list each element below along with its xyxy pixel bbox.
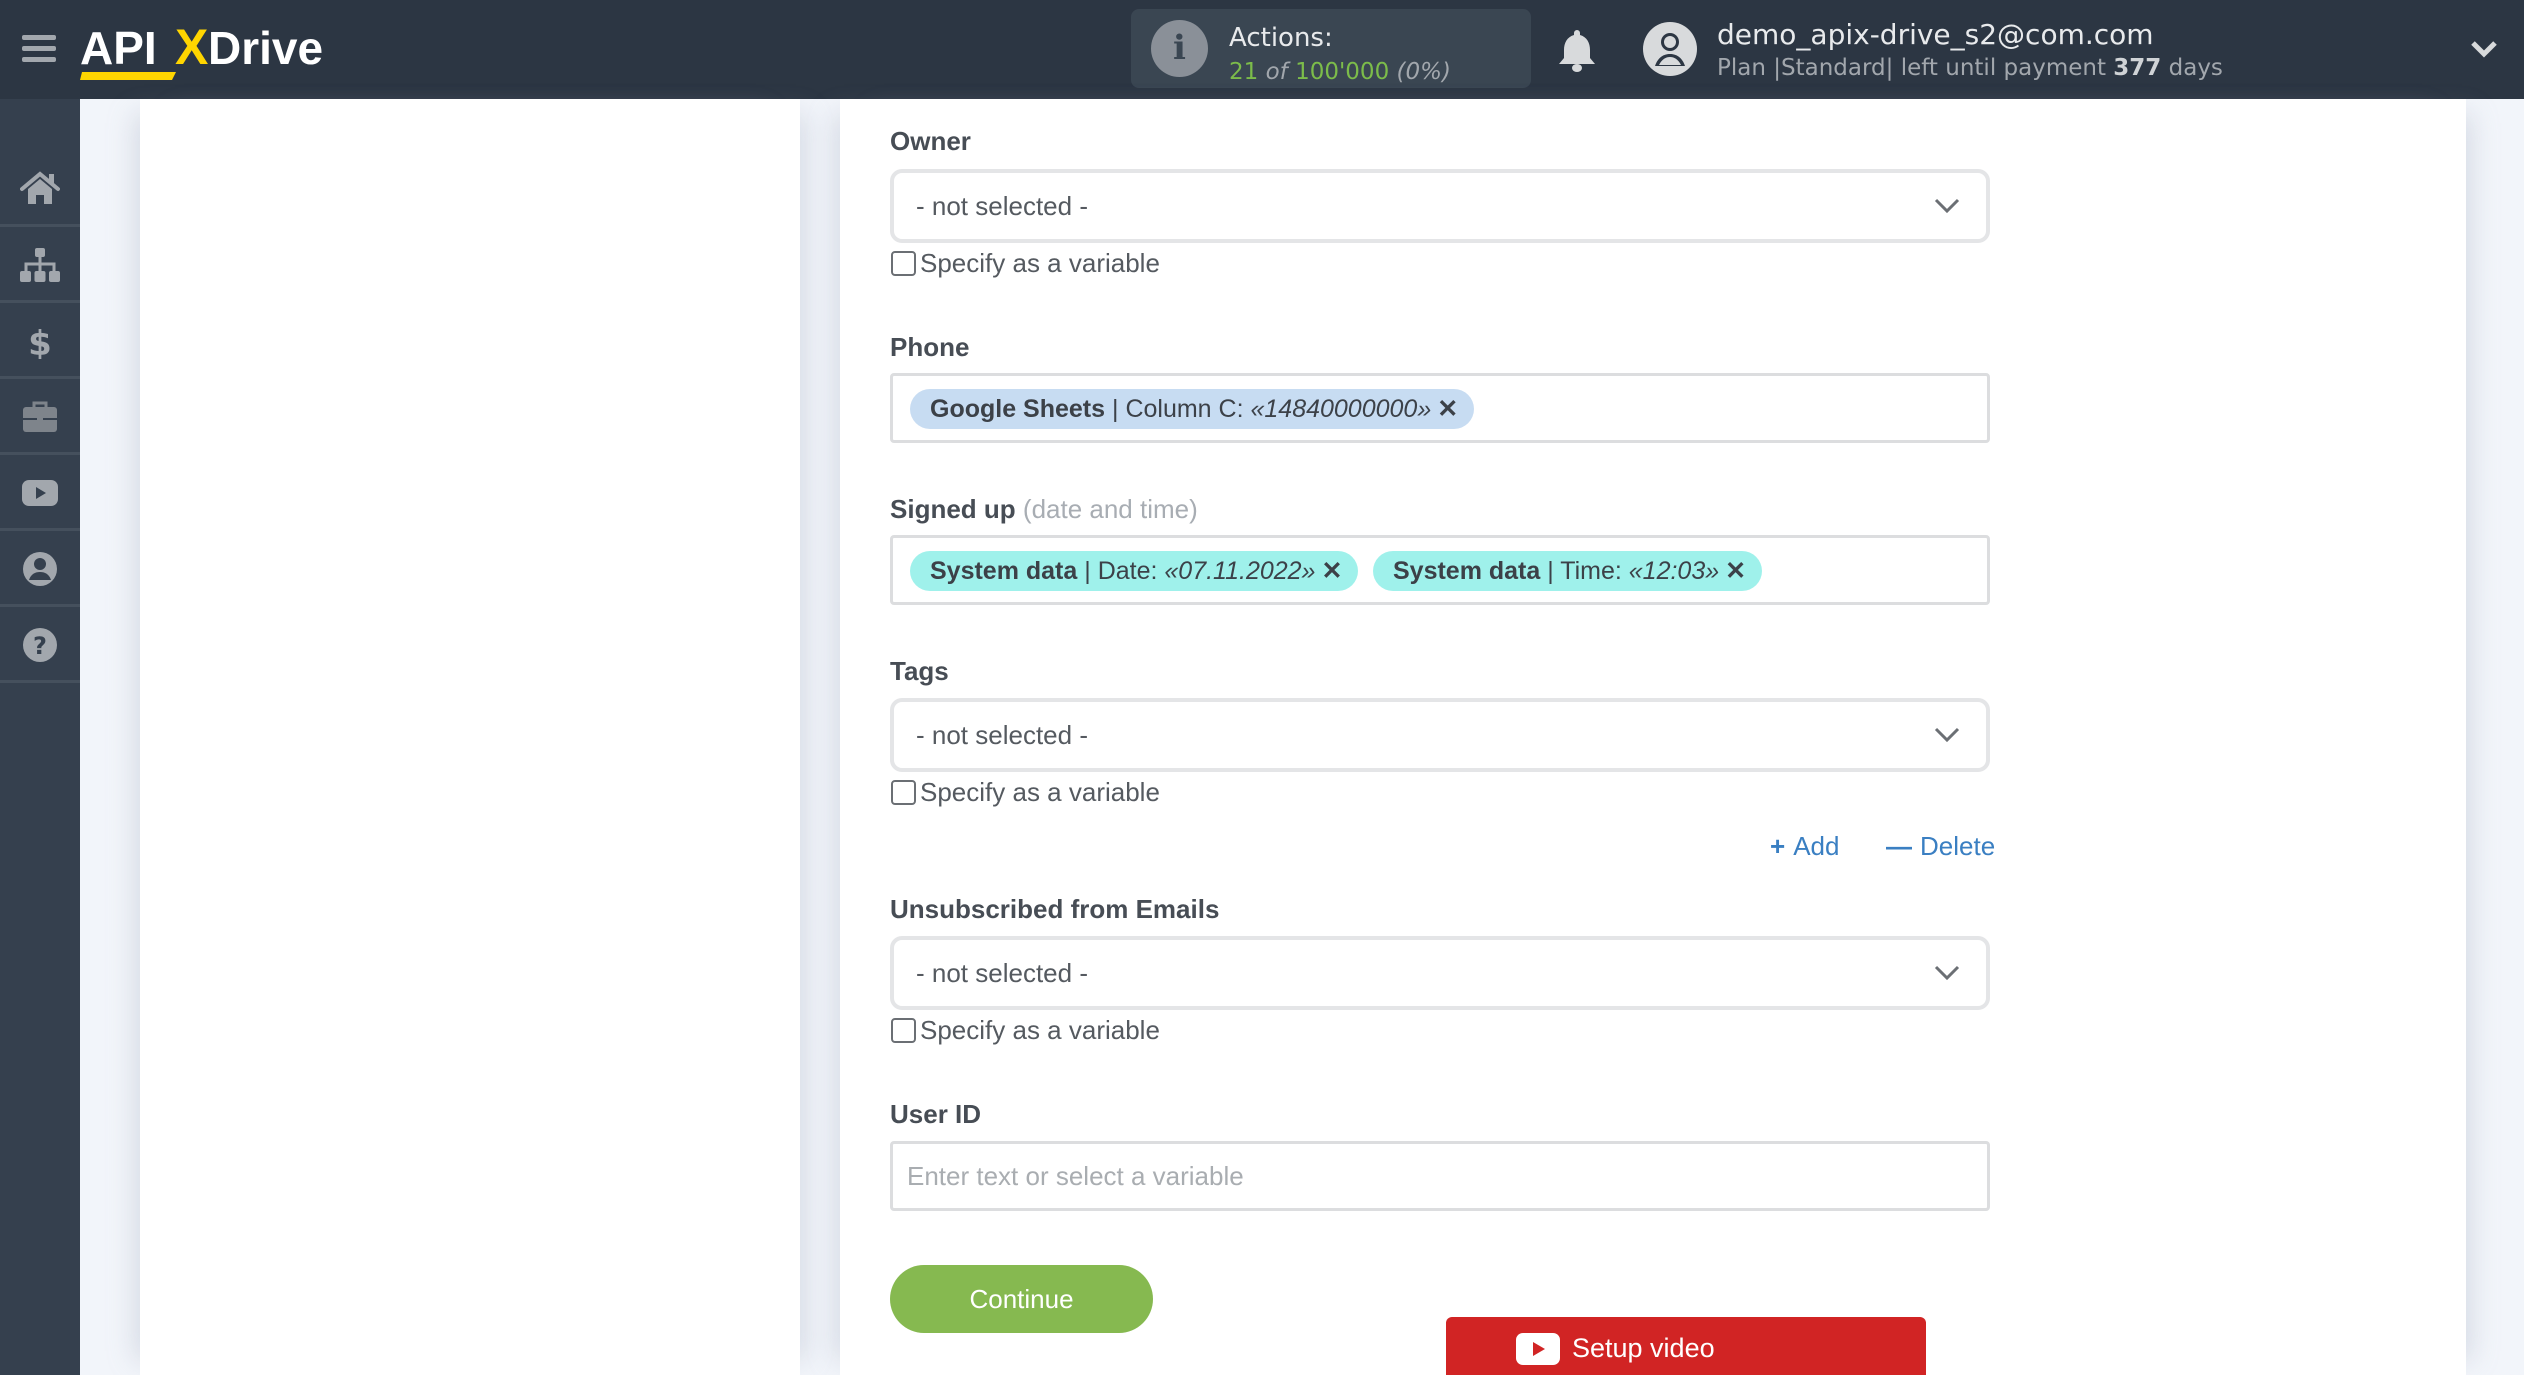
chip-value: «14840000000» xyxy=(1250,395,1432,423)
actions-count: 21 of 100'000 (0%) xyxy=(1229,59,1451,85)
dollar-icon: $ xyxy=(28,324,52,359)
unsubscribed-label: Unsubscribed from Emails xyxy=(890,894,1220,924)
user-id-label: User ID xyxy=(890,1099,982,1129)
briefcase-icon xyxy=(23,401,57,432)
top-header: API X Drive i Actions: 21 of 100'000 (0%… xyxy=(0,0,2524,99)
signed-up-field[interactable]: System data | Date: «07.11.2022» ✕ System… xyxy=(890,535,1990,605)
user-circle-icon xyxy=(23,552,57,586)
left-panel xyxy=(140,99,800,1375)
sidebar-top-spacer xyxy=(0,99,80,151)
chip-field: | Date: xyxy=(1084,557,1165,585)
chip-field: | Time: xyxy=(1547,557,1629,585)
chip-source: System data xyxy=(1393,557,1541,585)
variable-chip[interactable]: System data | Time: «12:03» ✕ xyxy=(1373,551,1763,591)
svg-text:?: ? xyxy=(33,632,47,660)
menu-burger-icon[interactable] xyxy=(22,35,56,65)
tags-select-value: - not selected - xyxy=(916,720,1088,750)
chip-source: System data xyxy=(930,557,1078,585)
sidebar-item-help[interactable]: ? xyxy=(0,607,80,683)
actions-used: 21 xyxy=(1229,59,1259,85)
actions-label: Actions: xyxy=(1229,23,1333,53)
chevron-down-icon xyxy=(1934,727,1960,743)
chip-field: | Column C: xyxy=(1112,395,1251,423)
logo-underline xyxy=(80,72,176,80)
actions-counter[interactable]: i Actions: 21 of 100'000 (0%) xyxy=(1131,9,1531,88)
sidebar: $ ? xyxy=(0,99,80,1375)
sidebar-item-billing[interactable]: $ xyxy=(0,303,80,379)
plus-icon: + xyxy=(1770,831,1786,861)
svg-text:$: $ xyxy=(28,324,52,359)
apixdrive-logo[interactable]: API X Drive xyxy=(80,14,330,84)
youtube-play-icon xyxy=(1516,1333,1560,1365)
setup-video-button[interactable]: Setup video xyxy=(1446,1317,1926,1375)
variable-chip[interactable]: System data | Date: «07.11.2022» ✕ xyxy=(910,551,1359,591)
question-circle-icon: ? xyxy=(23,628,57,662)
plan-days: 377 xyxy=(2113,55,2162,81)
home-icon xyxy=(20,171,60,204)
youtube-icon xyxy=(22,480,58,506)
checkbox[interactable] xyxy=(891,1018,916,1043)
tags-variable-label: Specify as a variable xyxy=(920,777,1160,807)
tags-label: Tags xyxy=(890,656,949,686)
sidebar-item-video[interactable] xyxy=(0,455,80,531)
plan-suffix: days xyxy=(2168,55,2223,81)
user-email[interactable]: demo_apix-drive_s2@com.com xyxy=(1717,18,2154,51)
owner-select[interactable]: - not selected - xyxy=(890,169,1990,243)
checkbox[interactable] xyxy=(891,780,916,805)
plan-prefix: Plan | xyxy=(1717,55,1781,81)
tags-variable-checkbox[interactable]: Specify as a variable xyxy=(891,777,1160,808)
sidebar-item-home[interactable] xyxy=(0,151,80,227)
sidebar-item-services[interactable] xyxy=(0,379,80,455)
signed-up-hint: (date and time) xyxy=(1022,494,1198,524)
continue-button[interactable]: Continue xyxy=(890,1265,1153,1333)
tags-select[interactable]: - not selected - xyxy=(890,698,1990,772)
phone-field[interactable]: Google Sheets | Column C: «14840000000» ✕ xyxy=(890,373,1990,443)
remove-chip-icon[interactable]: ✕ xyxy=(1437,395,1458,423)
delete-label: Delete xyxy=(1920,831,1996,861)
logo-text-x: X xyxy=(175,19,208,75)
chip-source: Google Sheets xyxy=(930,395,1106,423)
remove-chip-icon[interactable]: ✕ xyxy=(1725,557,1746,585)
unsubscribed-variable-label: Specify as a variable xyxy=(920,1015,1160,1045)
unsubscribed-variable-checkbox[interactable]: Specify as a variable xyxy=(891,1015,1160,1046)
signed-up-label-text: Signed up xyxy=(890,494,1016,524)
add-tag-button[interactable]: + Add xyxy=(1770,831,1839,862)
notifications-bell-icon[interactable] xyxy=(1557,28,1597,72)
owner-variable-label: Specify as a variable xyxy=(920,248,1160,278)
unsubscribed-select-value: - not selected - xyxy=(916,958,1088,988)
actions-total: 100'000 xyxy=(1295,59,1390,85)
unsubscribed-select[interactable]: - not selected - xyxy=(890,936,1990,1010)
actions-percent: (0%) xyxy=(1396,59,1451,85)
variable-chip[interactable]: Google Sheets | Column C: «14840000000» ✕ xyxy=(910,389,1475,429)
chip-value: «07.11.2022» xyxy=(1164,557,1316,585)
owner-label: Owner xyxy=(890,126,971,156)
sitemap-icon xyxy=(20,248,60,282)
signed-up-label: Signed up (date and time) xyxy=(890,494,1198,525)
setup-video-label: Setup video xyxy=(1572,1333,1715,1363)
info-icon: i xyxy=(1151,20,1208,77)
user-id-input[interactable] xyxy=(890,1141,1990,1211)
chevron-down-icon xyxy=(1934,965,1960,981)
plan-name: Standard xyxy=(1781,55,1886,81)
add-label: Add xyxy=(1793,831,1840,861)
plan-middle: | left until payment xyxy=(1885,55,2106,81)
owner-select-value: - not selected - xyxy=(916,191,1088,221)
sidebar-item-account[interactable] xyxy=(0,531,80,607)
logo-text-api: API xyxy=(80,22,157,74)
chip-value: «12:03» xyxy=(1628,557,1720,585)
checkbox[interactable] xyxy=(891,251,916,276)
chevron-down-icon[interactable] xyxy=(2470,38,2498,60)
remove-chip-icon[interactable]: ✕ xyxy=(1321,557,1342,585)
sidebar-item-connections[interactable] xyxy=(0,227,80,303)
user-plan-info: Plan |Standard| left until payment 377 d… xyxy=(1717,55,2223,81)
chevron-down-icon xyxy=(1934,198,1960,214)
phone-label: Phone xyxy=(890,332,970,362)
user-avatar-icon[interactable] xyxy=(1643,22,1697,76)
actions-of: of xyxy=(1265,59,1288,85)
minus-icon: — xyxy=(1886,831,1912,861)
delete-tag-button[interactable]: — Delete xyxy=(1886,831,1995,862)
owner-variable-checkbox[interactable]: Specify as a variable xyxy=(891,248,1160,279)
logo-text-drive: Drive xyxy=(208,22,323,74)
